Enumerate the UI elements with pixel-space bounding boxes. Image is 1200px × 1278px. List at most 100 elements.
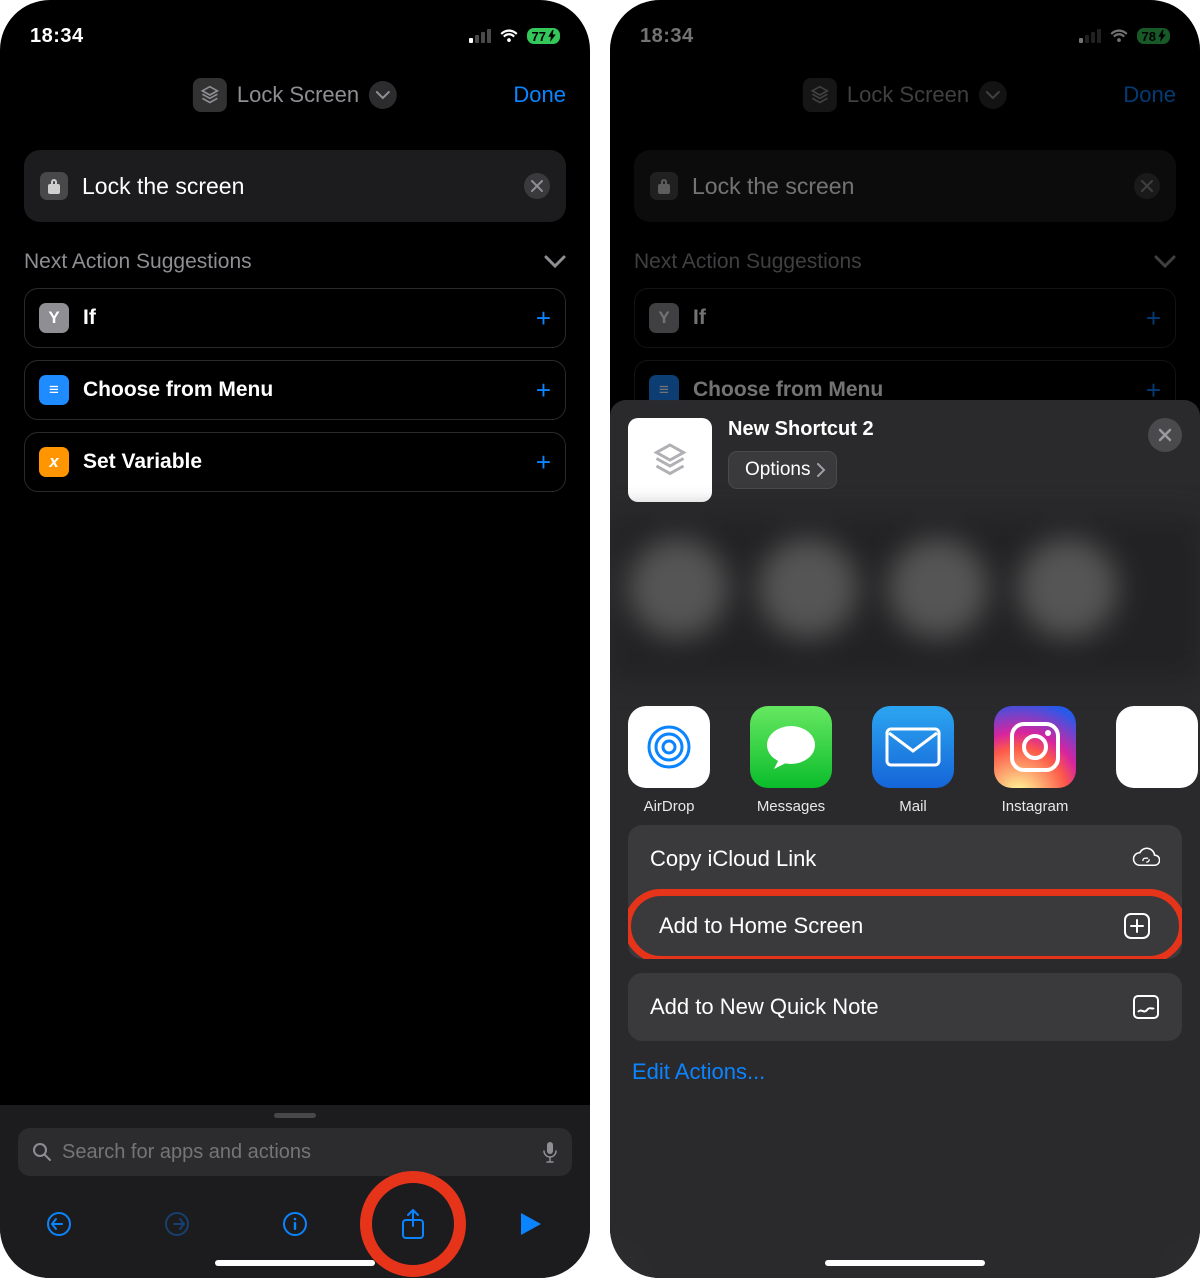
action-item-label: Add to New Quick Note	[650, 994, 879, 1020]
share-app-mail[interactable]: Mail	[870, 706, 956, 815]
app-label: AirDrop	[644, 798, 695, 815]
suggestion-label: Choose from Menu	[693, 378, 1132, 402]
sheet-title: New Shortcut 2	[728, 418, 1132, 441]
run-button[interactable]	[507, 1200, 555, 1248]
mail-icon	[872, 706, 954, 788]
sheet-action-cloud-link[interactable]: Copy iCloud Link	[628, 825, 1182, 893]
suggestion-row: Y If +	[634, 288, 1176, 348]
note-icon	[1132, 993, 1160, 1021]
remove-action-button	[1134, 173, 1160, 199]
airdrop-icon	[628, 706, 710, 788]
shortcut-title[interactable]: Lock Screen	[237, 82, 359, 108]
add-suggestion-button[interactable]: +	[536, 447, 551, 478]
suggestions-header[interactable]: Next Action Suggestions	[0, 222, 590, 288]
partial-icon	[1116, 706, 1198, 788]
done-button[interactable]: Done	[1123, 82, 1176, 108]
suggestions-list: Y If + ≡ Choose from Menu + x Set Variable +	[0, 288, 590, 492]
status-time: 18:34	[640, 25, 694, 47]
share-app-partial[interactable]	[1114, 706, 1200, 815]
suggestion-row[interactable]: ≡ Choose from Menu +	[24, 360, 566, 420]
action-group-2: Add to New Quick Note	[628, 973, 1182, 1041]
suggestion-icon: ≡	[39, 375, 69, 405]
app-label: Mail	[899, 798, 927, 815]
suggestion-icon: Y	[39, 303, 69, 333]
search-field[interactable]	[18, 1128, 572, 1176]
share-apps-row[interactable]: AirDrop Messages Mail Instagram	[610, 678, 1200, 825]
chevron-down-icon	[979, 81, 1007, 109]
suggestions-header: Next Action Suggestions	[610, 222, 1200, 288]
remove-action-button[interactable]	[524, 173, 550, 199]
action-block-label: Lock the screen	[82, 173, 510, 200]
chevron-down-icon	[1154, 255, 1176, 269]
sheet-action-note[interactable]: Add to New Quick Note	[628, 973, 1182, 1041]
suggestion-label: Choose from Menu	[83, 378, 522, 402]
action-item-label: Add to Home Screen	[659, 913, 863, 939]
annotation-circle	[360, 1171, 466, 1277]
toolbar	[0, 1188, 590, 1260]
plus-square-icon	[1123, 912, 1151, 940]
bottom-panel	[0, 1105, 590, 1278]
home-indicator[interactable]	[825, 1260, 985, 1266]
app-label: Messages	[757, 798, 825, 815]
instagram-icon	[994, 706, 1076, 788]
suggestion-label: Set Variable	[83, 450, 522, 474]
share-sheet: New Shortcut 2 Options AirDrop Messages Ma…	[610, 400, 1200, 1278]
search-input[interactable]	[62, 1141, 532, 1164]
search-icon	[32, 1142, 52, 1162]
share-button[interactable]	[389, 1200, 437, 1248]
add-suggestion-button[interactable]: +	[536, 303, 551, 334]
contacts-row[interactable]	[610, 518, 1200, 678]
add-suggestion-button[interactable]: +	[536, 375, 551, 406]
status-bar: 18:34 77	[0, 0, 590, 60]
chevron-down-icon	[544, 255, 566, 269]
sheet-action-plus-square[interactable]: Add to Home Screen	[628, 889, 1182, 959]
action-lock-screen[interactable]: Lock the screen	[24, 150, 566, 222]
action-group-1: Copy iCloud Link Add to Home Screen	[628, 825, 1182, 959]
edit-actions-link[interactable]: Edit Actions...	[610, 1041, 1200, 1085]
cellular-signal-icon	[469, 29, 491, 43]
shortcut-glyph-icon	[803, 78, 837, 112]
wifi-icon	[1109, 25, 1129, 48]
suggestion-icon: x	[39, 447, 69, 477]
suggestion-label: If	[83, 306, 522, 330]
battery-indicator: 78	[1137, 28, 1170, 44]
nav-header: Lock Screen Done	[0, 60, 590, 130]
suggestion-label: If	[693, 306, 1132, 330]
shortcut-title: Lock Screen	[847, 82, 969, 108]
options-button[interactable]: Options	[728, 451, 837, 489]
share-app-airdrop[interactable]: AirDrop	[626, 706, 712, 815]
battery-indicator: 77	[527, 28, 560, 44]
shortcut-glyph-icon[interactable]	[193, 78, 227, 112]
share-app-instagram[interactable]: Instagram	[992, 706, 1078, 815]
status-time: 18:34	[30, 25, 84, 47]
undo-button[interactable]	[35, 1200, 83, 1248]
action-item-label: Copy iCloud Link	[650, 846, 816, 872]
status-bar: 18:34 78	[610, 0, 1200, 60]
phone-right: 18:34 78 Lock Screen Done	[610, 0, 1200, 1278]
panel-grabber[interactable]	[274, 1113, 316, 1118]
lock-icon	[40, 172, 68, 200]
suggestion-icon: Y	[649, 303, 679, 333]
messages-icon	[750, 706, 832, 788]
cloud-link-icon	[1132, 845, 1160, 873]
close-button[interactable]	[1148, 418, 1182, 452]
share-app-messages[interactable]: Messages	[748, 706, 834, 815]
lock-icon	[650, 172, 678, 200]
shortcut-thumbnail	[628, 418, 712, 502]
microphone-icon[interactable]	[542, 1141, 558, 1163]
redo-button[interactable]	[153, 1200, 201, 1248]
info-button[interactable]	[271, 1200, 319, 1248]
add-suggestion-button: +	[1146, 303, 1161, 334]
nav-header: Lock Screen Done	[610, 60, 1200, 130]
chevron-down-icon[interactable]	[369, 81, 397, 109]
done-button[interactable]: Done	[513, 82, 566, 108]
action-lock-screen: Lock the screen	[634, 150, 1176, 222]
suggestion-row[interactable]: Y If +	[24, 288, 566, 348]
wifi-icon	[499, 25, 519, 48]
suggestion-row[interactable]: x Set Variable +	[24, 432, 566, 492]
phone-left: 18:34 77 Lock Screen Done	[0, 0, 590, 1278]
action-block-label: Lock the screen	[692, 173, 1120, 200]
app-label: Instagram	[1002, 798, 1069, 815]
home-indicator[interactable]	[215, 1260, 375, 1266]
cellular-signal-icon	[1079, 29, 1101, 43]
